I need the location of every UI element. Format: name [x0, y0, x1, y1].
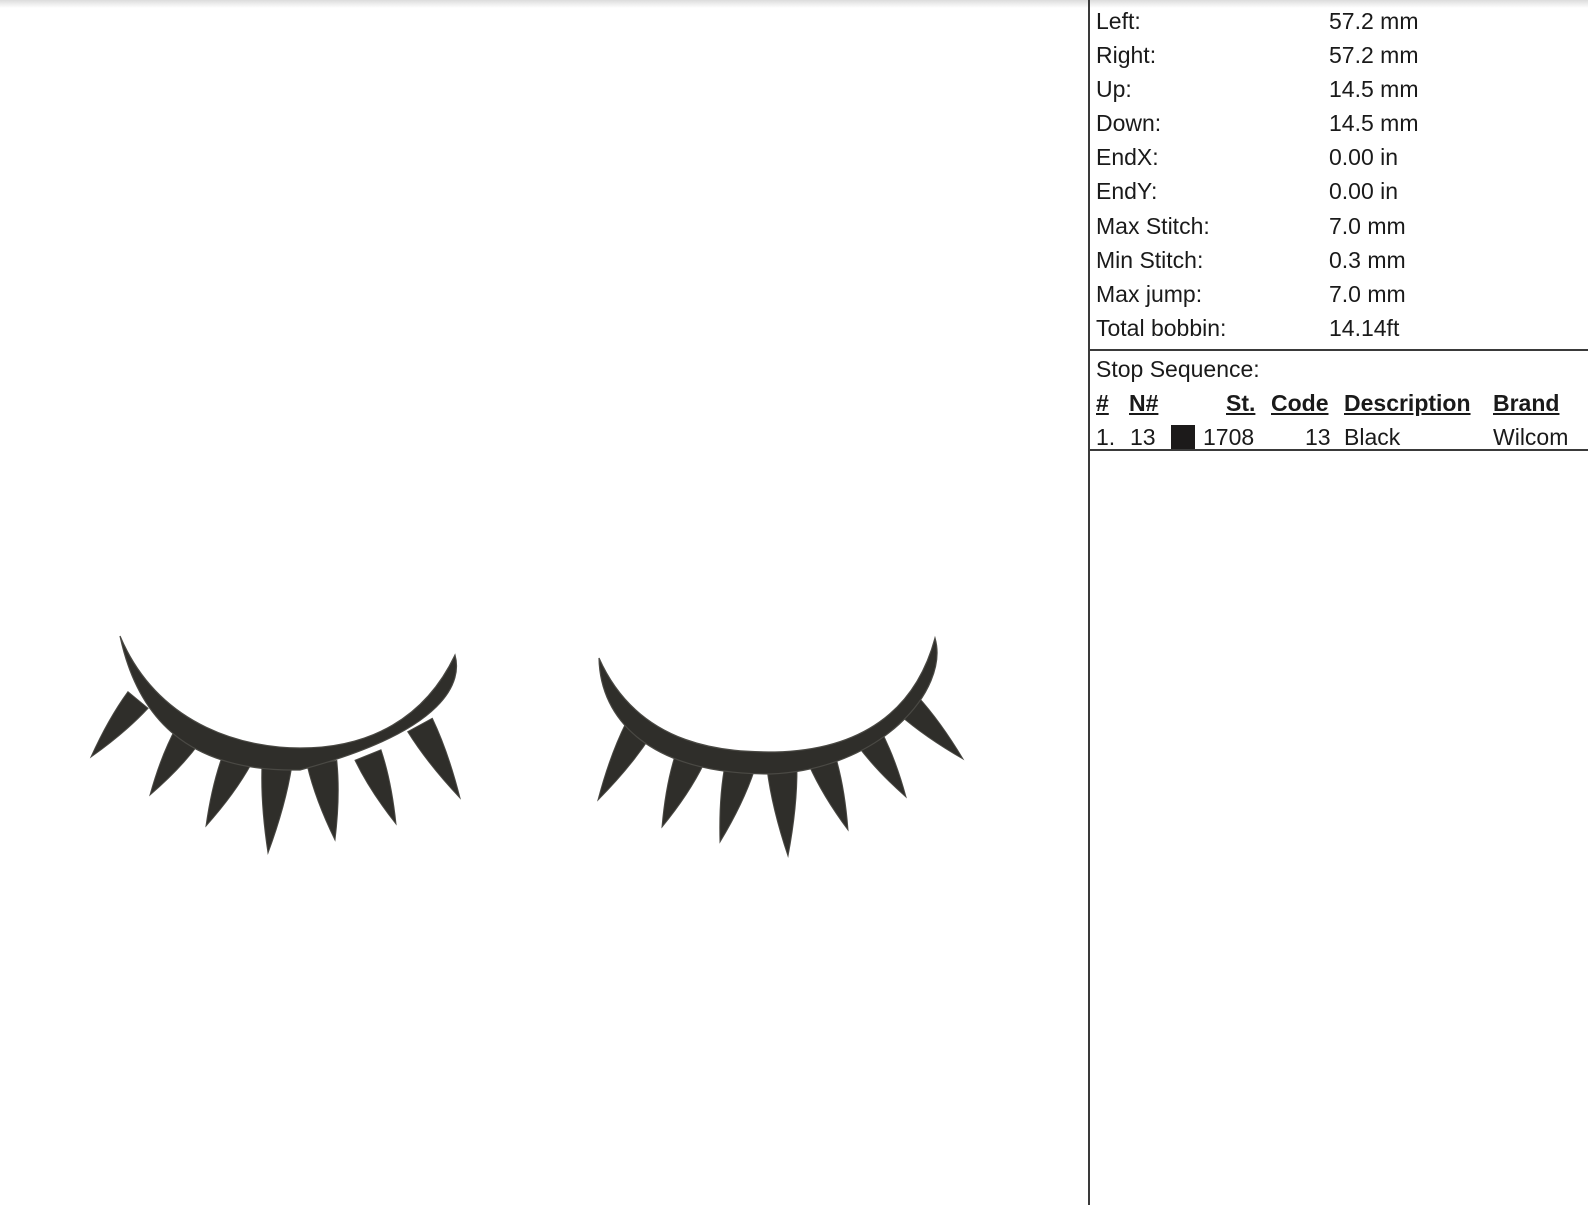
stat-value: 7.0 mm: [1329, 281, 1406, 307]
stat-value: 14.5 mm: [1329, 76, 1419, 102]
stat-value: 0.00 in: [1329, 178, 1399, 204]
stat-value: 0.00 in: [1329, 144, 1399, 170]
stat-value: 57.2 mm: [1329, 8, 1419, 34]
stat-label: Right:: [1096, 42, 1157, 68]
divider: [1090, 349, 1588, 351]
color-swatch: [1171, 425, 1195, 449]
design-info-panel: Left: 57.2 mm Right: 57.2 mm Up: 14.5 mm…: [1088, 0, 1588, 1205]
stat-value: 14.5 mm: [1329, 110, 1419, 136]
stat-label: EndX:: [1096, 144, 1159, 170]
stat-label: Max Stitch:: [1096, 213, 1210, 239]
column-header-description: Description: [1344, 390, 1471, 416]
stat-label: Left:: [1096, 8, 1141, 34]
eyelash: [407, 717, 461, 800]
left-eye: [89, 635, 461, 855]
column-header-stitches: St.: [1226, 390, 1256, 416]
closed-eyes-artwork: [89, 635, 965, 858]
design-preview: [0, 0, 1088, 1205]
stat-value: 14.14ft: [1329, 315, 1400, 341]
stat-value: 7.0 mm: [1329, 213, 1406, 239]
stat-value: 0.3 mm: [1329, 247, 1406, 273]
column-header-code: Code: [1271, 390, 1329, 416]
eyelash: [89, 691, 149, 759]
stat-label: Down:: [1096, 110, 1162, 136]
stat-label: Up:: [1096, 76, 1132, 102]
stop-sequence-title: Stop Sequence:: [1096, 356, 1260, 382]
stat-label: Total bobbin:: [1096, 315, 1227, 341]
eyelash: [306, 759, 339, 842]
column-header-brand: Brand: [1493, 390, 1560, 416]
divider: [1090, 449, 1588, 451]
eyelash: [261, 761, 293, 855]
column-header-needle: N#: [1129, 390, 1159, 416]
eyelash: [766, 766, 798, 858]
stat-label: Max jump:: [1096, 281, 1203, 307]
column-header-index: #: [1096, 390, 1109, 416]
stat-label: Min Stitch:: [1096, 247, 1204, 273]
eyelash: [354, 749, 397, 826]
stat-value: 57.2 mm: [1329, 42, 1419, 68]
stat-label: EndY:: [1096, 178, 1158, 204]
eyelash: [719, 761, 756, 844]
right-eye: [597, 635, 965, 858]
